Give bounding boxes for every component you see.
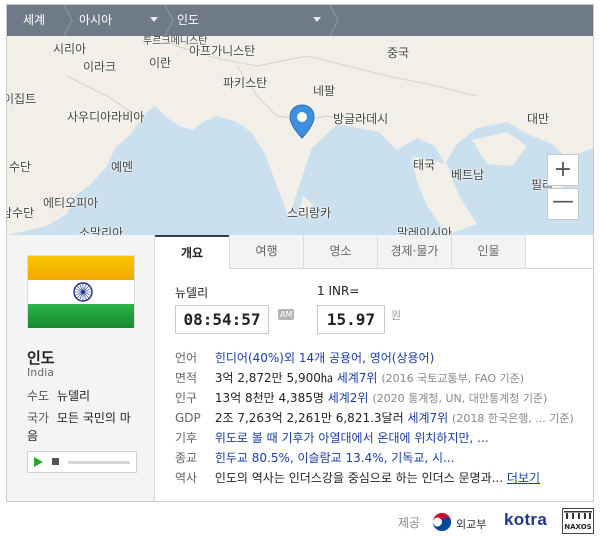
fact-value: 3억 2,872만 5,900㏊ — [214, 371, 333, 385]
exchange-unit: 원 — [391, 309, 402, 322]
country-widget: 세계 아시아 인도 시리아 이라크 이란 아프가니스탄 중국 파키스탄 네팔 이… — [6, 4, 594, 502]
play-icon[interactable] — [33, 457, 43, 467]
fact-label: 역사 — [175, 471, 198, 485]
chevron-down-icon[interactable] — [150, 17, 158, 22]
fact-value: 인도의 역사는 인더스강을 중심으로 하는 인더스 문명과... — [214, 471, 504, 485]
ashoka-chakra-icon — [73, 282, 93, 302]
country-name-en: India — [27, 366, 54, 379]
map-label: 파키스탄 — [223, 76, 268, 90]
fact-label: 언어 — [175, 351, 198, 365]
anthem-row: 국가 모든 국민의 마음 — [27, 409, 139, 445]
exchange-rate: 15.97 — [317, 305, 385, 334]
zoom-out-button[interactable]: — — [547, 188, 579, 220]
map-label: 이집트 — [7, 92, 37, 106]
fact-label: GDP — [175, 411, 201, 425]
tab-spacer — [525, 235, 593, 269]
map-label: 사우디아라비아 — [67, 110, 145, 124]
india-flag — [27, 255, 135, 328]
map-label: 시리아 — [53, 42, 87, 56]
mofa-logo-text: 외교부 — [456, 518, 487, 531]
map-label: 말레이시아 — [397, 226, 453, 235]
fact-value[interactable]: 위도로 볼 때 기후가 아열대에서 온대에 위치하지만, ... — [215, 431, 489, 445]
chevron-right-icon — [164, 5, 174, 36]
breadcrumb-country[interactable]: 인도 — [177, 5, 199, 36]
fact-source: (2020 통계청, UN, 대만통계청 기준) — [372, 392, 548, 405]
tab-bar: 개요 여행 명소 경제·물가 인물 — [155, 235, 593, 269]
map-label: 중국 — [387, 46, 410, 60]
exchange-label: 1 INR= — [317, 284, 360, 298]
naxos-columns-icon — [564, 511, 592, 519]
fact-row: 종교 힌두교 80.5%, 이슬람교 13.4%, 기독교, 시... — [175, 449, 454, 466]
tab-travel[interactable]: 여행 — [229, 235, 303, 269]
fact-source: (2016 국토교통부, FAO 기준) — [381, 372, 525, 385]
map-label: 투르크메니스탄 — [143, 36, 208, 47]
map[interactable]: 시리아 이라크 이란 아프가니스탄 중국 파키스탄 네팔 이집트 사우디아라비아… — [7, 36, 593, 235]
fact-rank: 세계7위 — [336, 371, 378, 385]
fact-source: (2018 한국은행, ... 기준) — [452, 412, 574, 425]
map-label: 방글라데시 — [333, 112, 389, 126]
kotra-logo: kotra — [504, 510, 548, 529]
footer: 제공 외교부 kotra NAXOS — [0, 504, 600, 538]
fact-label: 인구 — [175, 391, 198, 405]
fact-row: 언어 힌디어(40%)외 14개 공용어, 영어(상용어) — [175, 349, 434, 366]
map-label: 네팔 — [313, 84, 336, 98]
anthem-label: 국가 — [27, 411, 50, 425]
map-label: 이란 — [149, 56, 172, 70]
fact-rank: 세계7위 — [407, 411, 449, 425]
fact-row: GDP 2조 7,263억 2,261만 6,821.3달러 세계7위 (201… — [175, 409, 574, 426]
capital-label: 수도 — [27, 389, 50, 403]
tab-economy[interactable]: 경제·물가 — [377, 235, 451, 269]
map-label: 남수단 — [7, 206, 35, 220]
tab-attractions[interactable]: 명소 — [303, 235, 377, 269]
map-label: 예멘 — [111, 160, 134, 174]
progress-track[interactable] — [68, 461, 130, 464]
tab-people[interactable]: 인물 — [451, 235, 525, 269]
chevron-right-icon — [329, 5, 339, 36]
fact-label: 종교 — [175, 451, 198, 465]
fact-row: 역사 인도의 역사는 인더스강을 중심으로 하는 인더스 문명과... 더보기 — [175, 469, 540, 486]
naxos-logo-text: NAXOS — [564, 523, 592, 531]
zoom-in-button[interactable]: + — [547, 154, 579, 186]
fact-value: 13억 8천만 4,385명 — [214, 391, 324, 405]
map-label: 에티오피아 — [43, 196, 99, 210]
map-label: 수단 — [9, 160, 32, 174]
fact-rank: 세계2위 — [327, 391, 369, 405]
tab-overview[interactable]: 개요 — [155, 235, 229, 269]
fact-value[interactable]: 힌두교 80.5%, 이슬람교 13.4%, 기독교, 시... — [215, 451, 455, 465]
more-link[interactable]: 더보기 — [507, 471, 540, 485]
breadcrumb-region[interactable]: 아시아 — [79, 5, 112, 36]
ampm-badge: AM — [278, 309, 295, 320]
breadcrumb: 세계 아시아 인도 — [7, 5, 593, 36]
location-pin-icon[interactable] — [288, 104, 316, 140]
fact-row: 인구 13억 8천만 4,385명 세계2위 (2020 통계청, UN, 대만… — [175, 389, 547, 406]
stop-icon[interactable] — [52, 458, 60, 466]
map-label: 소말리아 — [79, 226, 124, 235]
chevron-down-icon[interactable] — [313, 17, 321, 22]
fact-row: 면적 3억 2,872만 5,900㏊ 세계7위 (2016 국토교통부, FA… — [175, 369, 524, 386]
clock-city: 뉴델리 — [175, 286, 209, 300]
map-label: 이라크 — [83, 60, 117, 74]
country-summary: 인도 India 수도 뉴델리 국가 모든 국민의 마음 — [7, 235, 155, 501]
breadcrumb-world[interactable]: 세계 — [23, 5, 45, 36]
map-label: 베트남 — [451, 168, 485, 182]
map-label: 스리랑카 — [287, 206, 332, 220]
fact-value: 2조 7,263억 2,261만 6,821.3달러 — [214, 411, 404, 425]
capital-row: 수도 뉴델리 — [27, 387, 90, 404]
provider-label: 제공 — [398, 516, 421, 530]
naxos-logo: NAXOS — [562, 508, 594, 534]
fact-value[interactable]: 힌디어(40%)외 14개 공용어, 영어(상용어) — [215, 351, 434, 365]
capital-value: 뉴델리 — [56, 389, 91, 403]
fact-row: 기후 위도로 볼 때 기후가 아열대에서 온대에 위치하지만, ... — [175, 429, 489, 446]
map-label: 대만 — [527, 112, 550, 126]
country-name: 인도 — [27, 349, 55, 367]
anthem-player — [27, 451, 137, 473]
local-time: 08:54:57 — [175, 305, 269, 334]
fact-label: 면적 — [175, 371, 198, 385]
fact-label: 기후 — [175, 431, 198, 445]
chevron-right-icon — [63, 5, 73, 36]
map-label: 태국 — [413, 158, 436, 172]
mofa-emblem-icon — [432, 512, 452, 532]
